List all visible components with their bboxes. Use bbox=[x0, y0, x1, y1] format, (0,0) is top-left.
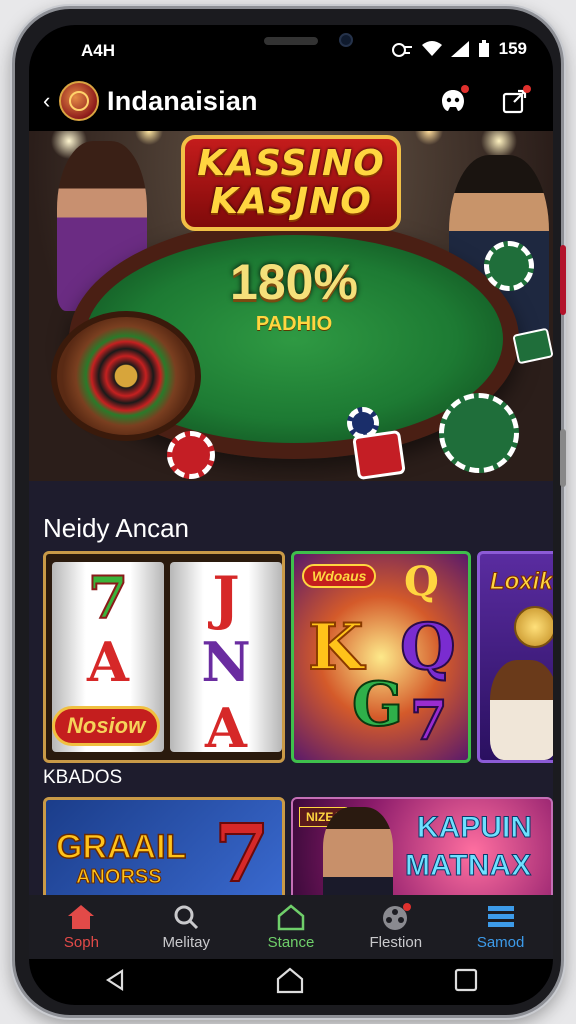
game-card-slots[interactable]: 7 A J N A Nosiow bbox=[43, 551, 285, 763]
slot-symbol: A bbox=[87, 630, 129, 694]
host-portrait bbox=[323, 807, 393, 905]
casino-chip-icon bbox=[167, 431, 215, 479]
app-logo-icon bbox=[59, 81, 99, 121]
earpiece-speaker bbox=[264, 37, 318, 45]
game-card-dog[interactable]: Loxik bbox=[477, 551, 553, 763]
card-stack-icon bbox=[512, 327, 553, 365]
slot-symbol: A bbox=[205, 696, 247, 760]
game-card-line1: GRAAIL bbox=[55, 827, 187, 867]
status-bar: A4H 159 bbox=[29, 25, 553, 71]
front-camera bbox=[339, 33, 353, 47]
battery-percent: 159 bbox=[498, 39, 527, 58]
home-outline-icon bbox=[276, 903, 306, 931]
game-card-letters[interactable]: Wdoaus Q K Q G 7 bbox=[291, 551, 471, 763]
power-button bbox=[560, 429, 566, 487]
notification-dot bbox=[461, 85, 469, 93]
slot-symbol: J bbox=[212, 564, 240, 632]
game-card-kapuin[interactable]: NIZEJ KAPUIN MATNAX bbox=[291, 797, 553, 907]
film-reel-icon bbox=[381, 903, 411, 931]
nav-item-stance[interactable]: Stance bbox=[239, 895, 344, 959]
recents-square-icon[interactable] bbox=[454, 968, 478, 997]
coin-icon bbox=[514, 606, 553, 648]
roulette-wheel-icon bbox=[51, 311, 201, 441]
slot-symbol: 7 bbox=[87, 563, 129, 633]
nav-item-flestion[interactable]: Flestion bbox=[343, 895, 448, 959]
notification-dot bbox=[523, 85, 531, 93]
game-card-line2: MATNAX bbox=[404, 849, 532, 883]
hero-subtitle: PADHIO bbox=[255, 313, 333, 335]
screen: A4H 159 ‹ Indanaisian KASSINO KASJNO 180… bbox=[29, 25, 553, 1005]
nav-item-soph[interactable]: Soph bbox=[29, 895, 134, 959]
signal-icon bbox=[450, 41, 469, 57]
share-box-icon[interactable] bbox=[501, 85, 531, 115]
hero-title-plaque: KASSINO KASJNO bbox=[181, 135, 401, 231]
nav-item-samod[interactable]: Samod bbox=[448, 895, 553, 959]
slot-symbol: 7 bbox=[213, 805, 271, 901]
nav-label: Flestion bbox=[369, 934, 423, 951]
game-card-line2: ANORSS bbox=[76, 866, 163, 889]
nav-item-melitay[interactable]: Melitay bbox=[134, 895, 239, 959]
status-time: A4H bbox=[81, 41, 116, 60]
home-circle-icon[interactable] bbox=[275, 966, 305, 999]
section-title: Neidy Ancan bbox=[43, 513, 189, 543]
volume-button bbox=[560, 245, 566, 315]
alarm-icon bbox=[391, 43, 412, 57]
hero-banner[interactable]: KASSINO KASJNO 180% PADHIO bbox=[29, 131, 553, 481]
bottom-navigation: Soph Melitay Stance Flestion Samod bbox=[29, 895, 553, 959]
search-icon bbox=[172, 903, 200, 931]
nav-label: Melitay bbox=[162, 934, 210, 951]
phone-frame: A4H 159 ‹ Indanaisian KASSINO KASJNO 180… bbox=[12, 6, 566, 1018]
app-bar: ‹ Indanaisian bbox=[29, 71, 553, 131]
wifi-icon bbox=[421, 41, 442, 56]
slot-symbol: G bbox=[351, 669, 404, 741]
battery-icon bbox=[478, 40, 489, 57]
slot-symbol: 7 bbox=[409, 687, 449, 753]
nav-label: Stance bbox=[267, 934, 315, 951]
game-card-graail[interactable]: GRAAIL ANORSS 7 bbox=[43, 797, 285, 907]
slot-reel: J N A bbox=[170, 562, 282, 760]
slot-symbol: N bbox=[201, 630, 251, 694]
game-card-badge: Loxik bbox=[490, 568, 553, 596]
casino-chip-icon bbox=[439, 393, 519, 473]
hero-bonus-percent: 180% bbox=[230, 254, 358, 310]
nav-label: Soph bbox=[63, 934, 99, 951]
game-card-line1: KAPUIN bbox=[416, 811, 533, 845]
status-icons: 159 bbox=[391, 39, 527, 59]
home-icon bbox=[66, 903, 96, 931]
menu-icon bbox=[487, 903, 515, 931]
system-navigation-bar bbox=[29, 959, 553, 1005]
slot-symbol: Q bbox=[399, 609, 457, 686]
hero-title-line1: KASSINO bbox=[197, 143, 385, 184]
casino-chip-icon bbox=[484, 241, 534, 291]
dice-icon bbox=[352, 429, 406, 481]
hero-title-line2: KASJNO bbox=[210, 181, 372, 222]
game-card-badge: Wdoaus bbox=[302, 564, 377, 588]
slot-symbol: Q bbox=[404, 558, 439, 605]
app-title: Indanaisian bbox=[107, 85, 258, 116]
section-label: KBADOS bbox=[43, 767, 123, 788]
nav-label: Samod bbox=[476, 934, 525, 951]
game-card-caption: Nosiow bbox=[52, 706, 161, 746]
alien-icon[interactable] bbox=[439, 85, 469, 115]
back-triangle-icon[interactable] bbox=[104, 968, 126, 996]
dog-icon bbox=[490, 660, 553, 760]
chevron-left-icon[interactable]: ‹ bbox=[43, 88, 57, 114]
